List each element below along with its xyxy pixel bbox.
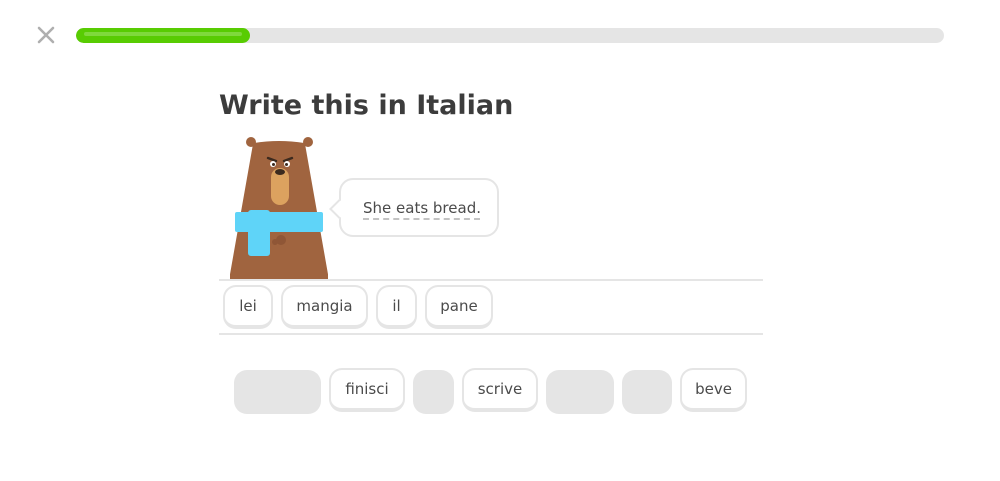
answer-tile-il[interactable]: il	[376, 285, 417, 329]
word-bank-tile-finisci[interactable]: finisci	[329, 368, 405, 412]
close-icon	[37, 26, 55, 44]
bear-character	[230, 137, 328, 280]
prompt-sentence[interactable]: She eats bread.	[363, 199, 481, 217]
word-bank-empty-slot	[546, 370, 614, 414]
answer-tile-lei[interactable]: lei	[223, 285, 273, 329]
word-bank-empty-slot	[413, 370, 454, 414]
progress-bar	[76, 28, 944, 43]
close-button[interactable]	[34, 23, 58, 47]
answer-tile-mangia[interactable]: mangia	[281, 285, 368, 329]
word-bank-empty-slot	[234, 370, 321, 414]
progress-shine	[84, 32, 242, 36]
word-bank-tile-scrive[interactable]: scrive	[462, 368, 538, 412]
speech-bubble: She eats bread.	[329, 178, 499, 237]
progress-fill	[76, 28, 250, 43]
word-bank-empty-slot	[622, 370, 672, 414]
challenge-title: Write this in Italian	[219, 90, 514, 121]
answer-tile-pane[interactable]: pane	[425, 285, 493, 329]
speech-bubble-tail	[329, 199, 349, 219]
answer-line-bottom	[219, 333, 763, 335]
answer-line-top	[219, 279, 763, 281]
word-bank-tile-beve[interactable]: beve	[680, 368, 747, 412]
